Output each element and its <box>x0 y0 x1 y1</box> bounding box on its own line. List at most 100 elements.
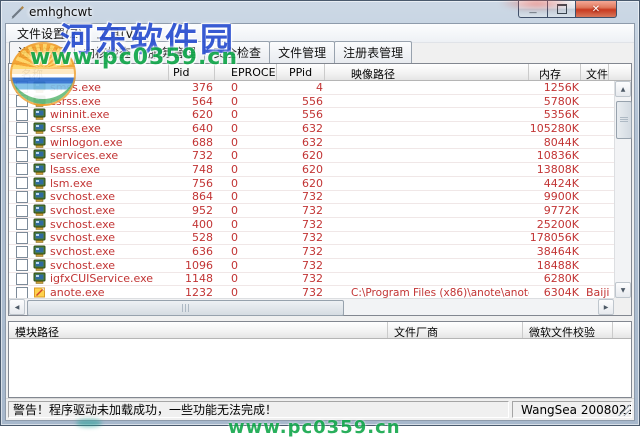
tab-strip: 进程管理 内核检查 服务管理 安全检查 文件管理 注册表管理 <box>6 41 634 64</box>
process-row[interactable]: lsm.exe 756 0 620 4424K <box>9 177 614 191</box>
title-bar[interactable]: emhghcwt — ✕ <box>1 1 639 23</box>
row-checkbox[interactable] <box>16 177 28 190</box>
menu-item-0[interactable]: 文件设置(Z) <box>10 24 90 43</box>
process-row[interactable]: services.exe 732 0 620 10836K <box>9 149 614 164</box>
process-eprocess: 0 <box>231 286 238 298</box>
row-checkbox[interactable] <box>16 190 28 203</box>
column-header-pid[interactable]: Pid <box>169 64 215 80</box>
process-ppid: 632 <box>302 135 323 149</box>
process-name: csrss.exe <box>50 94 101 108</box>
row-checkbox[interactable] <box>16 81 28 94</box>
scroll-down-button[interactable]: ▼ <box>615 282 631 298</box>
row-checkbox[interactable] <box>16 204 28 217</box>
row-checkbox[interactable] <box>16 259 28 272</box>
row-checkbox[interactable] <box>16 218 28 231</box>
note-icon <box>33 286 50 298</box>
process-icon <box>33 218 50 231</box>
process-row[interactable]: winlogon.exe 688 0 632 8044K <box>9 136 614 150</box>
scroll-up-button[interactable]: ▲ <box>615 81 631 97</box>
column-header-filler <box>609 64 631 80</box>
process-eprocess: 0 <box>231 162 238 176</box>
row-checkbox[interactable] <box>16 163 28 176</box>
process-name: svchost.exe <box>50 245 116 259</box>
client-area: 文件设置(Z) 工具(V) 进程管理 内核检查 服务管理 安全检查 文件管理 注册表管理 名… <box>5 23 635 421</box>
process-row[interactable]: anote.exe 1232 0 732 C:\Program Files (x86)\… <box>9 286 614 298</box>
column-header-mem[interactable]: 内存 <box>529 64 581 80</box>
process-name: svchost.exe <box>50 204 116 218</box>
process-name: svchost.exe <box>50 217 116 231</box>
process-name: smss.exe <box>50 81 101 94</box>
maximize-button[interactable] <box>547 1 575 18</box>
process-row[interactable]: svchost.exe 952 0 732 9772K <box>9 204 614 218</box>
column-header-path[interactable]: 模块路径 <box>9 322 388 338</box>
resize-grip-icon[interactable] <box>618 404 630 416</box>
row-checkbox[interactable] <box>16 136 28 149</box>
minimize-button[interactable]: — <box>518 1 547 18</box>
process-pid: 564 <box>192 94 213 108</box>
process-pid: 688 <box>192 135 213 149</box>
row-checkbox[interactable] <box>16 95 28 108</box>
process-row[interactable]: lsass.exe 748 0 620 13808K <box>9 163 614 177</box>
vertical-scroll-thumb[interactable] <box>616 101 632 139</box>
process-eprocess: 0 <box>231 135 238 149</box>
process-row[interactable]: smss.exe 376 0 4 1256K <box>9 81 614 95</box>
tab-5[interactable]: 注册表管理 <box>334 41 413 64</box>
process-pid: 756 <box>192 176 213 190</box>
column-header-vendor[interactable]: 文件厂商 <box>388 322 523 338</box>
close-button[interactable]: ✕ <box>575 1 617 18</box>
column-header-vendor[interactable]: 文件厂商 <box>581 64 609 80</box>
process-pid: 620 <box>192 108 213 122</box>
row-checkbox[interactable] <box>16 108 28 121</box>
column-header-path[interactable]: 映像路径 <box>325 64 529 80</box>
horizontal-scrollbar[interactable]: ◀ ▶ <box>9 298 614 316</box>
process-icon <box>33 95 50 108</box>
process-icon <box>33 122 50 135</box>
tab-1[interactable]: 内核检查 <box>74 41 141 64</box>
row-checkbox[interactable] <box>16 245 28 258</box>
process-row[interactable]: svchost.exe 528 0 732 178056K <box>9 231 614 246</box>
column-header-eprocess[interactable]: EPROCESS <box>215 64 277 80</box>
row-checkbox[interactable] <box>16 231 28 244</box>
process-memory: 5356K <box>543 108 579 122</box>
process-memory: 178056K <box>529 231 579 245</box>
column-header-ppid[interactable]: PPid <box>277 64 325 80</box>
scrollbar-corner <box>614 298 631 315</box>
process-ppid: 620 <box>302 162 323 176</box>
horizontal-scroll-thumb[interactable] <box>27 300 344 316</box>
process-row[interactable]: wininit.exe 620 0 556 5356K <box>9 108 614 123</box>
process-memory: 10836K <box>536 149 579 163</box>
version-text: WangSea 20080223 <box>521 402 632 417</box>
process-row[interactable]: svchost.exe 864 0 732 9900K <box>9 190 614 205</box>
row-checkbox[interactable] <box>16 149 28 162</box>
tab-4[interactable]: 文件管理 <box>269 41 336 64</box>
process-row[interactable]: svchost.exe 636 0 732 38464K <box>9 245 614 259</box>
process-memory: 5780K <box>543 94 579 108</box>
process-eprocess: 0 <box>231 149 238 163</box>
process-row[interactable]: csrss.exe 564 0 556 5780K <box>9 95 614 109</box>
tab-2[interactable]: 服务管理 <box>139 41 206 64</box>
row-checkbox[interactable] <box>16 286 28 298</box>
row-checkbox[interactable] <box>16 272 28 285</box>
process-row[interactable]: csrss.exe 640 0 632 105280K <box>9 122 614 136</box>
process-ppid: 732 <box>302 231 323 245</box>
row-checkbox[interactable] <box>16 122 28 135</box>
process-row[interactable]: svchost.exe 1096 0 732 18488K <box>9 259 614 273</box>
scroll-left-button[interactable]: ◀ <box>9 299 25 315</box>
column-header-verify[interactable]: 微软文件校验 <box>523 322 613 338</box>
tab-3[interactable]: 安全检查 <box>204 41 271 64</box>
scroll-right-button[interactable]: ▶ <box>598 299 614 315</box>
window-title: emhghcwt <box>29 5 93 19</box>
process-eprocess: 0 <box>231 190 238 204</box>
menu-item-1[interactable]: 工具(V) <box>90 24 146 43</box>
process-ppid: 620 <box>302 149 323 163</box>
process-icon <box>33 163 50 176</box>
process-eprocess: 0 <box>231 245 238 259</box>
process-name: svchost.exe <box>50 258 116 272</box>
process-row[interactable]: svchost.exe 400 0 732 25200K <box>9 218 614 232</box>
column-header-name[interactable]: 名称 <box>9 64 169 80</box>
tab-0[interactable]: 进程管理 <box>9 41 76 64</box>
process-row[interactable]: igfxCUIService.exe 1148 0 732 6280K <box>9 272 614 287</box>
module-list-header: 模块路径 文件厂商 微软文件校验 <box>9 322 631 339</box>
vertical-scrollbar[interactable]: ▲ ▼ <box>614 81 632 298</box>
process-icon <box>33 108 50 121</box>
